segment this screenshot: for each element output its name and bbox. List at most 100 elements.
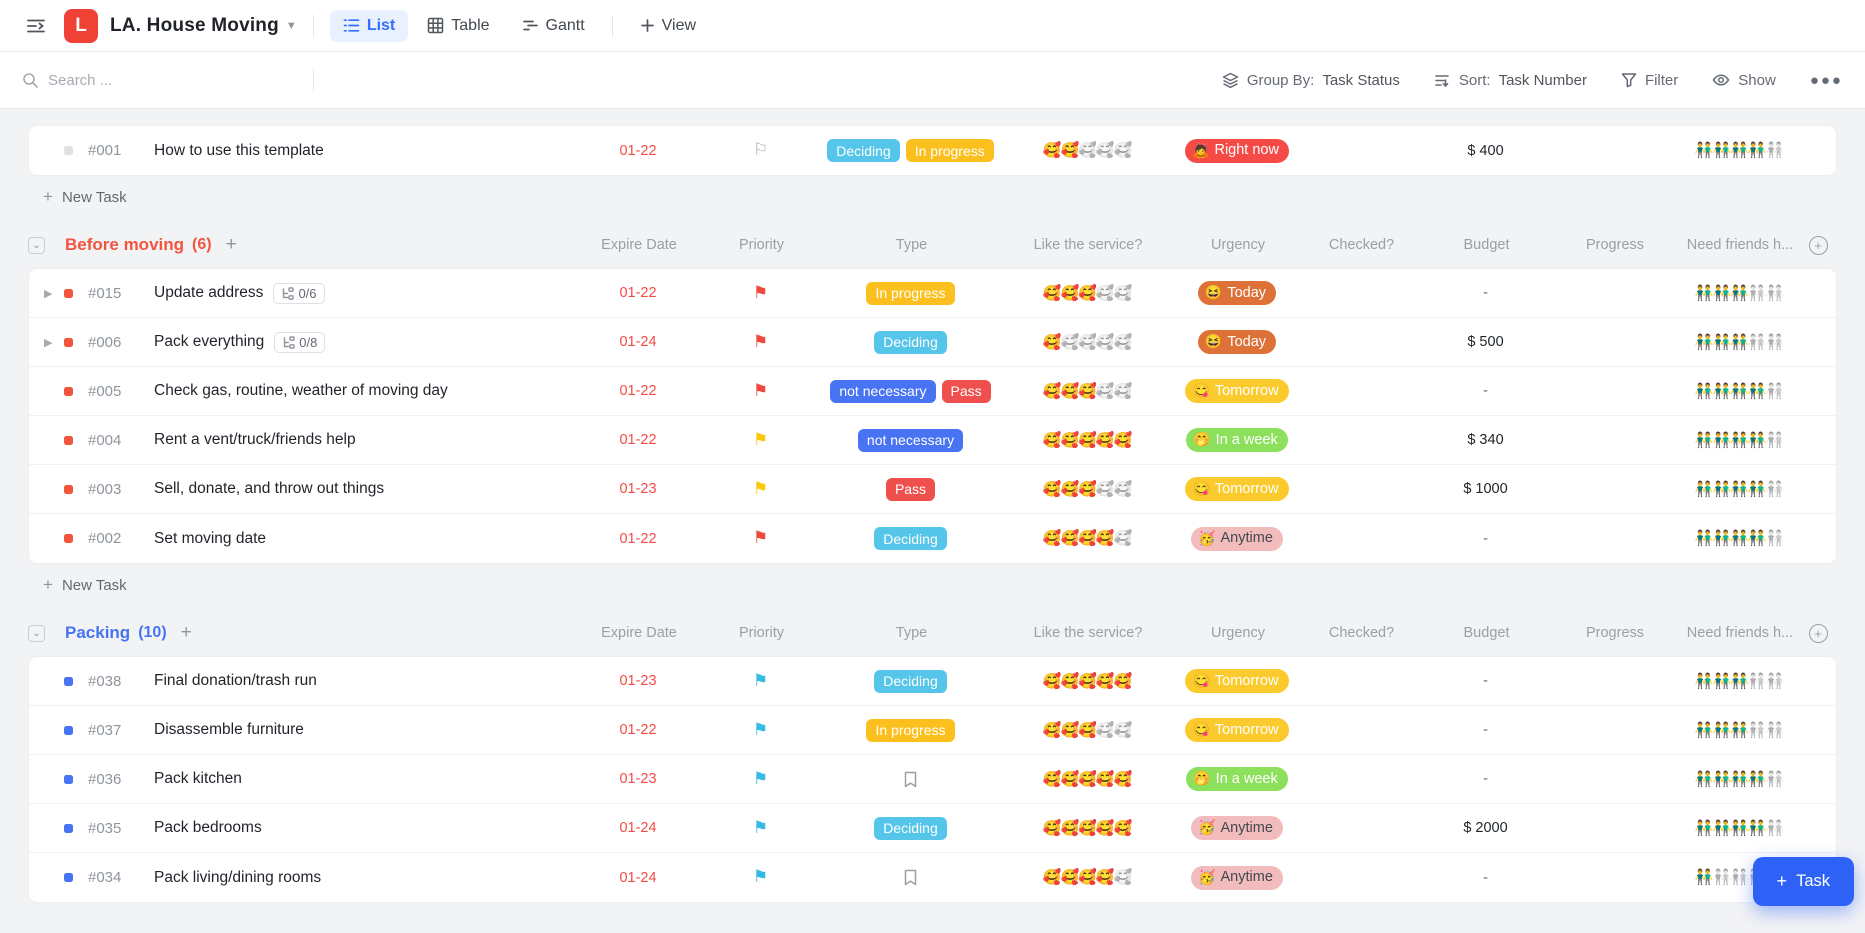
type-cell[interactable]: Deciding (823, 670, 998, 693)
friends-emoji-empty[interactable]: 👬 (1766, 285, 1784, 302)
task-title[interactable]: Pack kitchen (154, 770, 242, 788)
like-emoji-empty[interactable]: 🥰 (1096, 383, 1114, 400)
workspace-logo[interactable]: L (64, 9, 98, 43)
expand-arrow-icon[interactable]: ▶ (44, 336, 64, 349)
expire-date[interactable]: 01-24 (578, 870, 698, 886)
type-cell[interactable]: Deciding In progress (823, 139, 998, 162)
expire-date[interactable]: 01-23 (578, 481, 698, 497)
like-emoji-empty[interactable]: 🥰 (1114, 481, 1132, 498)
need-friends-cell[interactable]: 👬👬👬👬👬 (1680, 480, 1798, 499)
task-title[interactable]: Update address (154, 284, 263, 302)
like-service-cell[interactable]: 🥰🥰🥰🥰🥰 (998, 480, 1176, 499)
expire-date[interactable]: 01-22 (578, 432, 698, 448)
friends-emoji-filled[interactable]: 👬 (1730, 481, 1748, 498)
like-service-cell[interactable]: 🥰🥰🥰🥰🥰 (998, 431, 1176, 450)
friends-emoji-filled[interactable]: 👬 (1748, 481, 1766, 498)
like-emoji-filled[interactable]: 🥰 (1043, 820, 1061, 837)
type-badge[interactable]: Deciding (827, 139, 899, 162)
type-badge[interactable]: not necessary (858, 429, 963, 452)
section-add-icon[interactable]: + (181, 622, 192, 644)
like-emoji-empty[interactable]: 🥰 (1114, 383, 1132, 400)
friends-emoji-empty[interactable]: 👬 (1766, 383, 1784, 400)
type-badge[interactable]: Deciding (874, 817, 946, 840)
like-emoji-filled[interactable]: 🥰 (1060, 285, 1078, 302)
priority-cell[interactable]: ⚐ (698, 141, 823, 160)
friends-emoji-empty[interactable]: 👬 (1748, 673, 1766, 690)
type-badge[interactable]: In progress (906, 139, 994, 162)
friends-emoji-filled[interactable]: 👬 (1748, 820, 1766, 837)
budget-value[interactable]: $ 340 (1423, 432, 1548, 448)
like-emoji-filled[interactable]: 🥰 (1060, 383, 1078, 400)
friends-emoji-filled[interactable]: 👬 (1730, 722, 1748, 739)
like-emoji-filled[interactable]: 🥰 (1060, 771, 1078, 788)
friends-emoji-filled[interactable]: 👬 (1712, 673, 1730, 690)
friends-emoji-filled[interactable]: 👬 (1748, 142, 1766, 159)
friends-emoji-empty[interactable]: 👬 (1766, 771, 1784, 788)
like-emoji-empty[interactable]: 🥰 (1078, 334, 1096, 351)
like-emoji-filled[interactable]: 🥰 (1078, 771, 1096, 788)
like-emoji-filled[interactable]: 🥰 (1078, 481, 1096, 498)
urgency-cell[interactable]: 🥳Anytime (1176, 866, 1298, 890)
sort-control[interactable]: Sort: Task Number (1434, 72, 1587, 89)
priority-cell[interactable]: ⚑ (698, 770, 823, 789)
task-row[interactable]: ▶ #015 Update address 0/6 01-22 ⚑ In pro… (29, 269, 1836, 318)
like-emoji-filled[interactable]: 🥰 (1078, 673, 1096, 690)
need-friends-cell[interactable]: 👬👬👬👬👬 (1680, 431, 1798, 450)
priority-flag-icon[interactable]: ⚐ (753, 141, 768, 159)
task-row[interactable]: #035 Pack bedrooms 01-24 ⚑ Deciding 🥰🥰🥰🥰… (29, 804, 1836, 853)
expire-date[interactable]: 01-23 (578, 771, 698, 787)
like-emoji-filled[interactable]: 🥰 (1043, 432, 1061, 449)
friends-emoji-filled[interactable]: 👬 (1712, 383, 1730, 400)
like-emoji-empty[interactable]: 🥰 (1096, 722, 1114, 739)
need-friends-cell[interactable]: 👬👬👬👬👬 (1680, 529, 1798, 548)
priority-flag-icon[interactable]: ⚑ (753, 333, 768, 351)
type-badge[interactable]: Pass (942, 380, 991, 403)
bookmark-icon[interactable] (903, 771, 918, 788)
like-service-cell[interactable]: 🥰🥰🥰🥰🥰 (998, 819, 1176, 838)
priority-flag-icon[interactable]: ⚑ (753, 480, 768, 498)
task-title[interactable]: Sell, donate, and throw out things (154, 480, 384, 498)
friends-emoji-filled[interactable]: 👬 (1712, 481, 1730, 498)
friends-emoji-filled[interactable]: 👬 (1695, 820, 1713, 837)
add-column-icon[interactable]: + (1809, 624, 1828, 643)
friends-emoji-filled[interactable]: 👬 (1695, 383, 1713, 400)
task-title[interactable]: Pack living/dining rooms (154, 869, 321, 887)
task-row[interactable]: #005 Check gas, routine, weather of movi… (29, 367, 1836, 416)
like-emoji-filled[interactable]: 🥰 (1078, 432, 1096, 449)
type-cell[interactable]: Deciding (823, 331, 998, 354)
like-service-cell[interactable]: 🥰🥰🥰🥰🥰 (998, 141, 1176, 160)
expire-date[interactable]: 01-22 (578, 285, 698, 301)
bookmark-icon[interactable] (903, 869, 918, 886)
type-cell[interactable]: not necessary (823, 429, 998, 452)
friends-emoji-filled[interactable]: 👬 (1748, 432, 1766, 449)
priority-cell[interactable]: ⚑ (698, 819, 823, 838)
type-badge[interactable]: Pass (886, 478, 935, 501)
type-badge[interactable]: In progress (866, 719, 954, 742)
friends-emoji-filled[interactable]: 👬 (1712, 530, 1730, 547)
like-emoji-filled[interactable]: 🥰 (1096, 530, 1114, 547)
budget-value[interactable]: - (1423, 870, 1548, 886)
like-emoji-filled[interactable]: 🥰 (1114, 771, 1132, 788)
friends-emoji-filled[interactable]: 👬 (1712, 142, 1730, 159)
task-title[interactable]: Final donation/trash run (154, 672, 317, 690)
type-badge[interactable]: Deciding (874, 331, 946, 354)
friends-emoji-filled[interactable]: 👬 (1748, 771, 1766, 788)
type-cell[interactable]: In progress (823, 282, 998, 305)
priority-cell[interactable]: ⚑ (698, 480, 823, 499)
like-emoji-filled[interactable]: 🥰 (1096, 771, 1114, 788)
type-cell[interactable] (823, 869, 998, 886)
need-friends-cell[interactable]: 👬👬👬👬👬 (1680, 770, 1798, 789)
need-friends-cell[interactable]: 👬👬👬👬👬 (1680, 672, 1798, 691)
like-emoji-filled[interactable]: 🥰 (1043, 771, 1061, 788)
like-emoji-filled[interactable]: 🥰 (1043, 530, 1061, 547)
priority-flag-icon[interactable]: ⚑ (753, 868, 768, 886)
urgency-cell[interactable]: 😆Today (1176, 330, 1298, 354)
budget-value[interactable]: - (1423, 531, 1548, 547)
priority-flag-icon[interactable]: ⚑ (753, 529, 768, 547)
like-emoji-filled[interactable]: 🥰 (1096, 673, 1114, 690)
urgency-cell[interactable]: 🥳Anytime (1176, 816, 1298, 840)
task-title[interactable]: Check gas, routine, weather of moving da… (154, 382, 448, 400)
filter-control[interactable]: Filter (1621, 72, 1678, 89)
budget-value[interactable]: - (1423, 285, 1548, 301)
like-emoji-empty[interactable]: 🥰 (1096, 334, 1114, 351)
